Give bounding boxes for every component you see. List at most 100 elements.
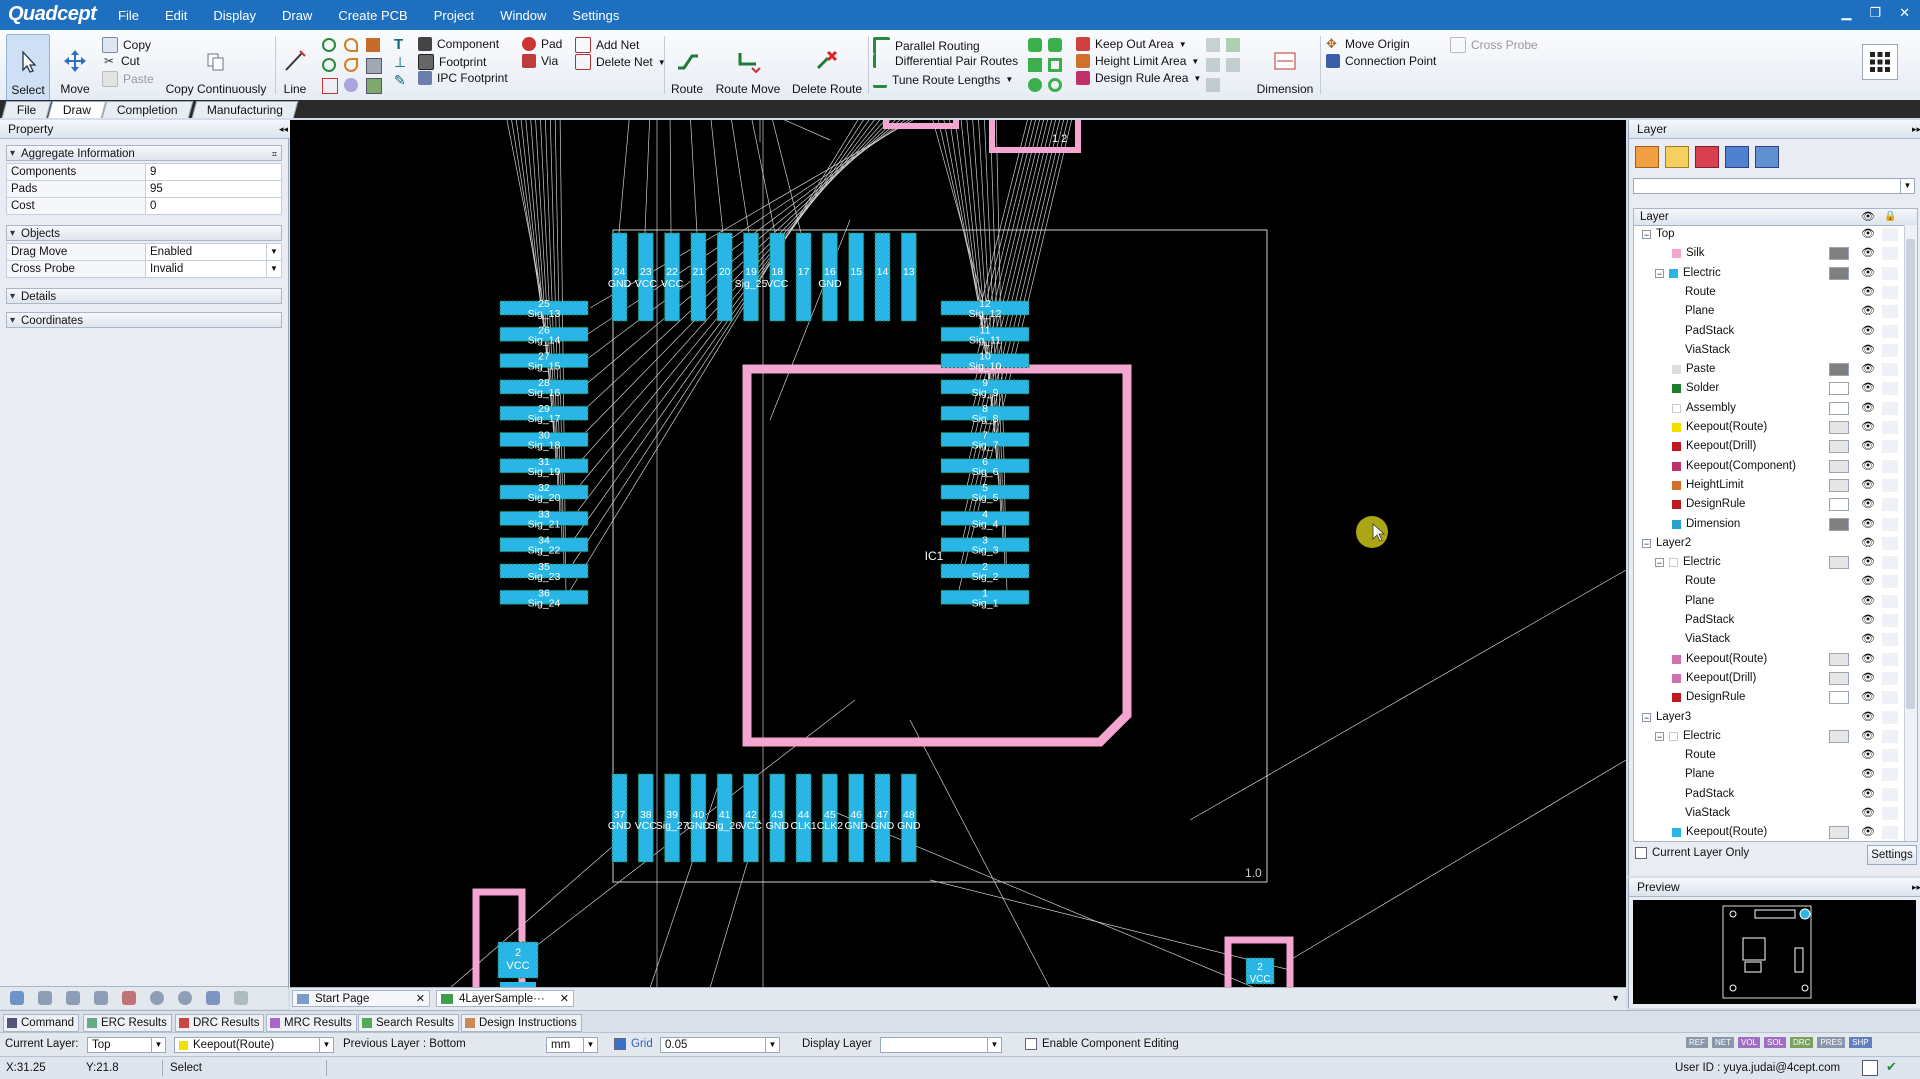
eye-icon[interactable]: 👁 bbox=[1861, 708, 1875, 727]
visibility-column-icon[interactable]: 👁 bbox=[1861, 209, 1875, 225]
layer-color-picker[interactable] bbox=[1829, 517, 1849, 531]
badge-vol[interactable]: VOL bbox=[1738, 1037, 1761, 1048]
tab-mrc-results[interactable]: MRC Results bbox=[266, 1014, 357, 1032]
lock-toggle[interactable] bbox=[1882, 266, 1898, 280]
menu-create-pcb[interactable]: Create PCB bbox=[325, 8, 420, 23]
freeline-icon[interactable] bbox=[322, 78, 338, 94]
layer-color-picker[interactable] bbox=[1829, 691, 1849, 705]
search-layer-icon[interactable] bbox=[1725, 146, 1749, 168]
parallel-routing-button[interactable]: Parallel Routing bbox=[873, 37, 980, 54]
eye-icon[interactable]: 👁 bbox=[1861, 630, 1875, 649]
close-tab-icon[interactable]: ✕ bbox=[560, 991, 569, 1008]
layer-color-picker[interactable] bbox=[1829, 826, 1849, 840]
lock-toggle[interactable] bbox=[1882, 498, 1898, 512]
menu-display[interactable]: Display bbox=[200, 8, 269, 23]
delete-net-button[interactable]: Delete Net ▼ bbox=[575, 54, 666, 70]
lock-toggle[interactable] bbox=[1882, 710, 1898, 724]
layer-row[interactable]: − Layer3 👁 bbox=[1634, 708, 1904, 727]
line-tool-button[interactable]: Line bbox=[280, 34, 310, 100]
layer-row[interactable]: Solder 👁 bbox=[1634, 379, 1904, 398]
chevron-down-icon[interactable]: ▼ bbox=[151, 1038, 165, 1052]
current-layer-select[interactable]: Top ▼ bbox=[87, 1037, 166, 1053]
layer-set-select[interactable]: ▼ bbox=[1633, 178, 1915, 194]
gear-icon[interactable] bbox=[206, 991, 220, 1005]
lock-toggle[interactable] bbox=[1882, 401, 1898, 415]
lock-toggle[interactable] bbox=[1882, 517, 1898, 531]
layer-row[interactable]: Plane 👁 bbox=[1634, 765, 1904, 784]
lock-toggle[interactable] bbox=[1882, 440, 1898, 454]
menu-file[interactable]: File bbox=[105, 8, 152, 23]
eye-icon[interactable]: 👁 bbox=[1861, 515, 1875, 534]
badge-net[interactable]: NET bbox=[1712, 1037, 1734, 1048]
lock-toggle[interactable] bbox=[1882, 768, 1898, 782]
layer-row[interactable]: Keepout(Route) 👁 bbox=[1634, 650, 1904, 669]
details-section[interactable]: Details bbox=[6, 288, 282, 305]
layer-color-picker[interactable] bbox=[1829, 247, 1849, 261]
chevron-down-icon[interactable]: ▼ bbox=[319, 1038, 333, 1052]
tab-4layer-sample[interactable]: 4LayerSample··· ✕ bbox=[436, 990, 574, 1007]
layer-color-picker[interactable] bbox=[1829, 671, 1849, 685]
coordinates-section[interactable]: Coordinates bbox=[6, 312, 282, 329]
green-square-icon[interactable] bbox=[1028, 38, 1042, 52]
layer-row[interactable]: ViaStack 👁 bbox=[1634, 630, 1904, 649]
layer-row[interactable]: Assembly 👁 bbox=[1634, 399, 1904, 418]
lock-toggle[interactable] bbox=[1882, 478, 1898, 492]
collapse-toggle-icon[interactable]: − bbox=[1655, 731, 1664, 741]
pcb-drawing[interactable]: 1.0 1 2 IC1 24GND23VCC22VCC21 20 19Sig_251… bbox=[290, 120, 1626, 988]
lock-toggle[interactable] bbox=[1882, 729, 1898, 743]
zoom-out-icon[interactable] bbox=[178, 991, 192, 1005]
layer-row[interactable]: Paste 👁 bbox=[1634, 360, 1904, 379]
lock-toggle[interactable] bbox=[1882, 536, 1898, 550]
cross-probe-select[interactable]: Invalid ▼ bbox=[146, 261, 281, 277]
route-move-button[interactable]: Route Move bbox=[714, 34, 782, 100]
eye-icon[interactable]: 👁 bbox=[1861, 688, 1875, 707]
collapse-panel-icon[interactable]: ◂◂ bbox=[279, 120, 288, 138]
forward-arrow-icon[interactable] bbox=[66, 991, 80, 1005]
close-button[interactable]: ✕ bbox=[1899, 5, 1910, 21]
grid-toggle[interactable]: Grid bbox=[614, 1038, 653, 1050]
layer-color-picker[interactable] bbox=[1829, 382, 1849, 396]
unit-select[interactable]: mm ▼ bbox=[546, 1037, 598, 1053]
app-grid-button[interactable] bbox=[1862, 44, 1898, 80]
route-button[interactable]: Route bbox=[668, 34, 706, 100]
eye-icon[interactable]: 👁 bbox=[1861, 765, 1875, 784]
lock-toggle[interactable] bbox=[1882, 787, 1898, 801]
copy-button[interactable]: Copy bbox=[102, 37, 151, 53]
ellipse-draw-icon[interactable] bbox=[344, 78, 358, 92]
layer-color-picker[interactable] bbox=[1829, 421, 1849, 434]
dimension-button[interactable]: Dimension bbox=[1252, 34, 1318, 100]
eye-icon[interactable]: 👁 bbox=[1861, 399, 1875, 418]
badge-sol[interactable]: SOL bbox=[1764, 1037, 1787, 1048]
polygon-draw-icon[interactable] bbox=[366, 38, 380, 52]
edit-text-icon[interactable]: ✎ bbox=[394, 72, 406, 89]
layer-row[interactable]: Route 👁 bbox=[1634, 572, 1904, 591]
green-circle-icon[interactable] bbox=[1028, 78, 1042, 92]
eye-icon[interactable]: 👁 bbox=[1861, 804, 1875, 823]
tab-start-page[interactable]: Start Page ✕ bbox=[292, 990, 430, 1007]
layer-row[interactable]: PadStack 👁 bbox=[1634, 611, 1904, 630]
eye-icon[interactable]: 👁 bbox=[1861, 457, 1875, 476]
cut-button[interactable]: ✂ Cut bbox=[102, 54, 140, 68]
minimize-button[interactable]: ▁ bbox=[1841, 5, 1851, 21]
collapse-panel-icon[interactable]: ▸▸ bbox=[1912, 878, 1920, 896]
layer-row[interactable]: Plane 👁 bbox=[1634, 302, 1904, 321]
eye-icon[interactable]: 👁 bbox=[1861, 785, 1875, 804]
lock-toggle[interactable] bbox=[1882, 324, 1898, 338]
tab-command[interactable]: Command bbox=[3, 1014, 80, 1032]
chevron-down-icon[interactable]: ▼ bbox=[583, 1038, 597, 1052]
eye-icon[interactable]: 👁 bbox=[1861, 650, 1875, 669]
footprint-button[interactable]: Footprint bbox=[418, 54, 486, 70]
layer-row[interactable]: DesignRule 👁 bbox=[1634, 688, 1904, 707]
fit-view-icon[interactable] bbox=[122, 991, 136, 1005]
layer-row[interactable]: ViaStack 👁 bbox=[1634, 804, 1904, 823]
eye-icon[interactable]: 👁 bbox=[1861, 611, 1875, 630]
tab-list-dropdown-icon[interactable]: ▼ bbox=[1611, 993, 1620, 1003]
lock-toggle[interactable] bbox=[1882, 671, 1898, 685]
menu-window[interactable]: Window bbox=[487, 8, 559, 23]
tab-draw[interactable]: Draw bbox=[47, 101, 107, 118]
lock-toggle[interactable] bbox=[1882, 228, 1898, 241]
chevron-down-icon[interactable]: ▼ bbox=[765, 1038, 779, 1052]
height-limit-area-button[interactable]: Height Limit Area ▼ bbox=[1076, 54, 1199, 68]
collapse-toggle-icon[interactable]: − bbox=[1642, 538, 1651, 548]
layer-color-picker[interactable] bbox=[1829, 556, 1849, 570]
